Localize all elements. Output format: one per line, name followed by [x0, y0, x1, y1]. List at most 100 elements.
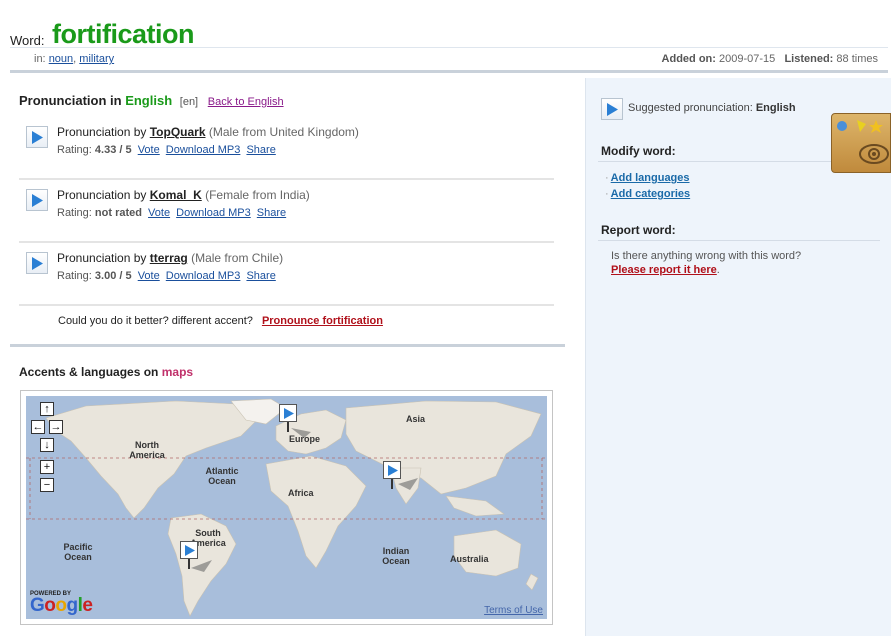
add-languages-link[interactable]: Add languages	[611, 172, 690, 184]
play-icon	[284, 408, 294, 419]
language-code: [en]	[179, 96, 199, 108]
pronunciation-item: Pronunciation by tterrag (Male from Chil…	[19, 244, 554, 306]
pan-down-control[interactable]: ↓	[40, 438, 54, 452]
pronunciation-author: Pronunciation by tterrag (Male from Chil…	[57, 251, 283, 265]
report-word-title: Report word:	[601, 223, 676, 237]
tag-military-link[interactable]: military	[79, 53, 114, 65]
marker-pin	[391, 479, 393, 489]
listened-label: Listened:	[784, 53, 834, 65]
vote-link[interactable]: Vote	[138, 144, 160, 156]
in-label: in:	[34, 53, 46, 65]
user-link[interactable]: TopQuark	[150, 125, 206, 139]
map-label-north-america: North America	[129, 440, 165, 460]
rating-row: Rating: 3.00 / 5 Vote Download MP3 Share	[57, 270, 276, 282]
report-link[interactable]: Please report it here	[611, 264, 717, 276]
section-title-prefix: Pronunciation in	[19, 93, 122, 108]
map-label-indian-ocean: Indian Ocean	[382, 546, 410, 566]
author-prefix: Pronunciation by	[57, 188, 147, 202]
add-languages-row: · Add languages	[605, 172, 690, 184]
map-label-africa: Africa	[288, 488, 314, 498]
author-prefix: Pronunciation by	[57, 251, 147, 265]
map-label-europe: Europe	[289, 434, 321, 444]
pronounce-word-link[interactable]: Pronounce fortification	[262, 315, 383, 327]
map-label-pacific-ocean: Pacific Ocean	[63, 542, 93, 562]
tag-noun-link[interactable]: noun	[49, 53, 73, 65]
word-info-bar: in: noun, military Added on: 2009-07-15 …	[10, 47, 888, 73]
report-question: Is there anything wrong with this word?	[611, 250, 802, 262]
map-marker-india[interactable]	[383, 461, 401, 489]
rating-label: Rating:	[57, 144, 92, 156]
rating-value: not rated	[94, 207, 142, 219]
zoom-out-control[interactable]: −	[40, 478, 54, 492]
rating-row: Rating: not rated Vote Download MP3 Shar…	[57, 207, 286, 219]
download-mp3-link[interactable]: Download MP3	[166, 144, 241, 156]
vote-link[interactable]: Vote	[138, 270, 160, 282]
report-box: Is there anything wrong with this word? …	[611, 250, 851, 276]
user-link[interactable]: Komal_K	[150, 188, 202, 202]
world-map[interactable]: ↑ ← → ↓ + − North America Europe Asia At…	[26, 396, 547, 619]
play-button[interactable]	[26, 126, 48, 148]
user-link[interactable]: tterrag	[150, 251, 188, 265]
rating-scale: / 5	[119, 144, 132, 156]
play-icon	[185, 545, 195, 556]
map-marker-uk[interactable]	[279, 404, 297, 432]
pan-up-control[interactable]: ↑	[40, 402, 54, 416]
pronounce-prompt: Could you do it better? different accent…	[58, 315, 383, 327]
word-title: fortification	[52, 19, 195, 49]
share-link[interactable]: Share	[257, 207, 286, 219]
pan-left-control[interactable]: ←	[31, 420, 45, 434]
share-link[interactable]: Share	[246, 270, 275, 282]
terms-of-use-link[interactable]: Terms of Use	[484, 605, 543, 616]
rating-scale: / 5	[119, 270, 132, 282]
back-to-english-link[interactable]: Back to English	[208, 96, 284, 108]
pan-right-control[interactable]: →	[49, 420, 63, 434]
suggested-label: Suggested pronunciation:	[628, 102, 753, 114]
modify-word-title: Modify word:	[601, 144, 676, 158]
map-label-atlantic-ocean: Atlantic Ocean	[205, 466, 239, 486]
pronunciation-item: Pronunciation by TopQuark (Male from Uni…	[19, 118, 554, 180]
author-prefix: Pronunciation by	[57, 125, 147, 139]
play-icon	[32, 194, 43, 207]
user-description: (Male from Chile)	[191, 251, 284, 265]
pronunciation-section-title: Pronunciation in English [en] Back to En…	[19, 93, 284, 108]
maps-section-title: Accents & languages on maps	[19, 365, 193, 379]
zoom-in-control[interactable]: +	[40, 460, 54, 474]
download-mp3-link[interactable]: Download MP3	[176, 207, 251, 219]
word-label: Word:	[10, 33, 45, 48]
pronounce-question: Could you do it better? different accent…	[58, 315, 253, 327]
play-button[interactable]	[26, 252, 48, 274]
rating-label: Rating:	[57, 270, 92, 282]
download-mp3-link[interactable]: Download MP3	[166, 270, 241, 282]
rating-label: Rating:	[57, 207, 92, 219]
pronunciation-item: Pronunciation by Komal_K (Female from In…	[19, 181, 554, 243]
google-wordmark: Google	[30, 595, 93, 616]
section-language: English	[125, 93, 173, 108]
marker-pin	[287, 422, 289, 432]
share-link[interactable]: Share	[246, 144, 275, 156]
rating-value: 3.00	[94, 270, 117, 282]
vote-link[interactable]: Vote	[148, 207, 170, 219]
word-meta: Added on: 2009-07-15 Listened: 88 times	[662, 53, 878, 65]
add-categories-link[interactable]: Add categories	[611, 188, 690, 200]
section-divider	[10, 344, 565, 347]
play-icon	[607, 103, 618, 116]
user-description: (Female from India)	[205, 188, 310, 202]
report-link-row: Please report it here.	[611, 264, 720, 276]
user-description: (Male from United Kingdom)	[208, 125, 359, 139]
maps-title-prefix: Accents & languages on	[19, 365, 159, 379]
suggested-play-button[interactable]	[601, 98, 623, 120]
added-label: Added on:	[661, 53, 716, 65]
play-icon	[388, 465, 398, 476]
rating-value: 4.33	[94, 144, 117, 156]
floating-toolbar-widget[interactable]	[831, 113, 891, 173]
word-tags: in: noun, military	[34, 53, 115, 65]
play-button[interactable]	[26, 189, 48, 211]
maps-title-highlight: maps	[161, 365, 194, 379]
pronunciation-author: Pronunciation by Komal_K (Female from In…	[57, 188, 310, 202]
google-logo[interactable]: POWERED BY Google	[30, 591, 93, 616]
eye-icon	[837, 120, 889, 164]
map-marker-chile[interactable]	[180, 541, 198, 569]
play-icon	[32, 257, 43, 270]
rating-row: Rating: 4.33 / 5 Vote Download MP3 Share	[57, 144, 276, 156]
add-categories-row: · Add categories	[605, 188, 691, 200]
